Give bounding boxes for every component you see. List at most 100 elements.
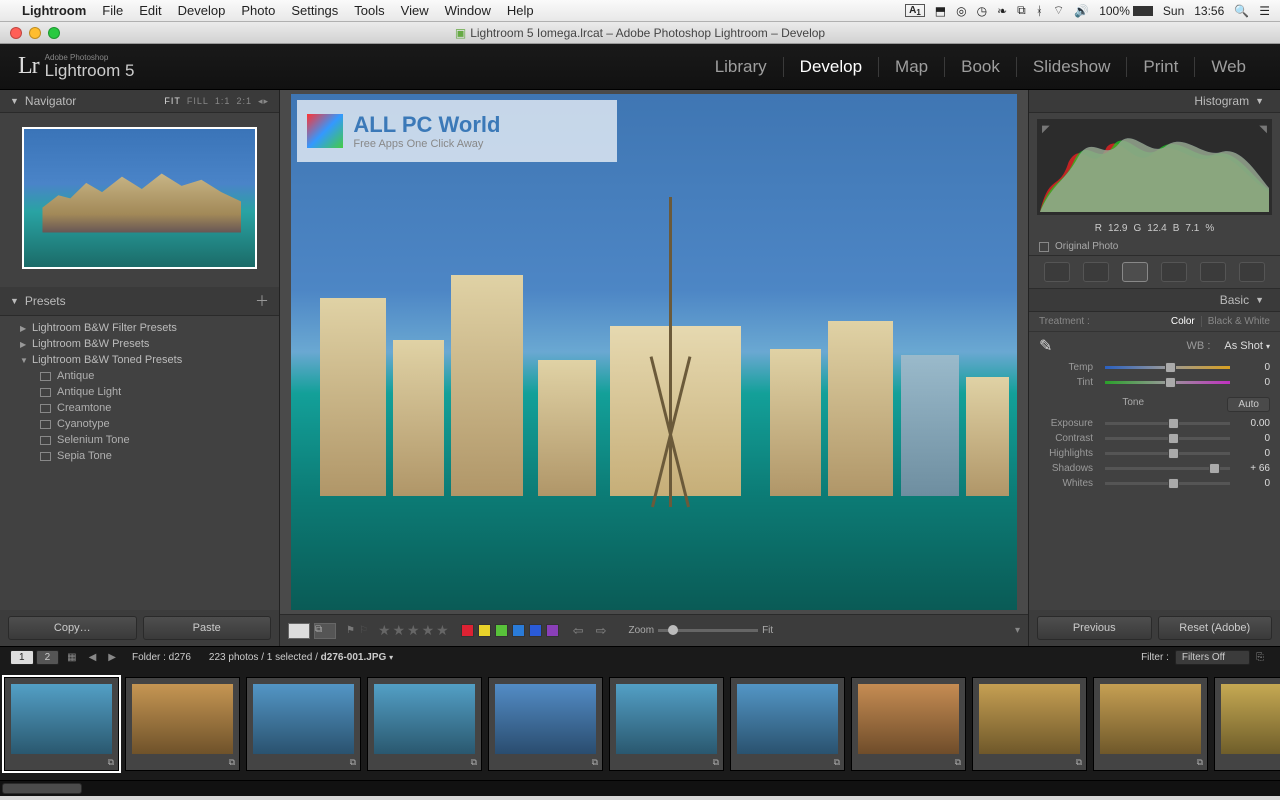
status-volume-icon[interactable]: 🔊: [1074, 4, 1089, 18]
next-photo-icon[interactable]: ⇨: [596, 623, 607, 639]
auto-tone-button[interactable]: Auto: [1227, 397, 1270, 412]
exposure-slider[interactable]: [1105, 422, 1230, 425]
preset-item[interactable]: Selenium Tone: [0, 432, 279, 448]
zoom-slider[interactable]: [658, 629, 758, 632]
clip-shadows-icon[interactable]: ◤: [1042, 124, 1050, 135]
folder-name[interactable]: d276: [169, 652, 191, 663]
filter-lock-icon[interactable]: ⎘: [1256, 652, 1264, 663]
status-adobe-icon[interactable]: A1: [905, 4, 925, 17]
module-book[interactable]: Book: [945, 57, 1017, 77]
filmstrip[interactable]: ⧉⧉⧉⧉⧉⧉⧉⧉⧉⧉⧉⧉: [0, 668, 1280, 780]
checkbox-icon[interactable]: [1039, 242, 1049, 252]
histogram-header[interactable]: Histogram ▼: [1029, 90, 1280, 113]
menubar-file[interactable]: File: [102, 3, 123, 18]
clip-highlights-icon[interactable]: ◥: [1259, 124, 1267, 135]
paste-button[interactable]: Paste: [143, 616, 272, 640]
treatment-bw[interactable]: Black & White: [1201, 316, 1270, 327]
presets-header[interactable]: ▼ Presets ＋: [0, 287, 279, 316]
nav-zoom-fill[interactable]: FILL: [187, 96, 209, 106]
toolbar-menu-icon[interactable]: ▾: [1015, 625, 1020, 636]
status-evernote-icon[interactable]: ❧: [997, 4, 1007, 18]
status-dropbox-icon[interactable]: ⧉: [1017, 3, 1026, 18]
menubar-app[interactable]: Lightroom: [22, 3, 86, 18]
preset-group[interactable]: ▶Lightroom B&W Filter Presets: [0, 320, 279, 336]
menubar-photo[interactable]: Photo: [241, 3, 275, 18]
view-loupe-button[interactable]: [288, 623, 310, 639]
menubar-window[interactable]: Window: [445, 3, 491, 18]
navigator-preview[interactable]: [22, 127, 257, 269]
highlights-slider[interactable]: [1105, 452, 1230, 455]
temp-slider[interactable]: [1105, 366, 1230, 369]
menubar-tools[interactable]: Tools: [354, 3, 384, 18]
filmstrip-thumb[interactable]: ⧉: [246, 677, 361, 771]
label-green[interactable]: [495, 624, 508, 637]
prev-photo-icon[interactable]: ⇦: [573, 623, 584, 639]
menubar-help[interactable]: Help: [507, 3, 534, 18]
module-develop[interactable]: Develop: [784, 57, 879, 77]
filmstrip-thumb[interactable]: ⧉: [1214, 677, 1280, 771]
previous-button[interactable]: Previous: [1037, 616, 1152, 640]
filmstrip-thumb[interactable]: ⧉: [730, 677, 845, 771]
status-cc-icon[interactable]: ◎: [956, 4, 966, 18]
module-print[interactable]: Print: [1127, 57, 1195, 77]
contrast-slider[interactable]: [1105, 437, 1230, 440]
preset-item[interactable]: Sepia Tone: [0, 448, 279, 464]
module-library[interactable]: Library: [699, 57, 784, 77]
filmstrip-thumb[interactable]: ⧉: [125, 677, 240, 771]
monitor-2-button[interactable]: 2: [36, 650, 60, 665]
preset-group[interactable]: ▶Lightroom B&W Presets: [0, 336, 279, 352]
redeye-tool[interactable]: [1122, 262, 1148, 282]
wb-selector[interactable]: As Shot ▾: [1224, 340, 1270, 352]
view-compare-button[interactable]: ⧉: [314, 623, 336, 639]
flag-pick-icon[interactable]: ⚑: [346, 625, 355, 636]
filmstrip-thumb[interactable]: ⧉: [488, 677, 603, 771]
copy-button[interactable]: Copy…: [8, 616, 137, 640]
module-web[interactable]: Web: [1195, 57, 1262, 77]
brush-tool[interactable]: [1239, 262, 1265, 282]
filmstrip-scrollbar[interactable]: [0, 780, 1280, 796]
filmstrip-thumb[interactable]: ⧉: [1093, 677, 1208, 771]
nav-zoom-menu-icon[interactable]: ◂▸: [258, 96, 269, 107]
status-battery[interactable]: 100%: [1099, 4, 1153, 18]
status-time[interactable]: 13:56: [1194, 4, 1224, 18]
nav-zoom-custom[interactable]: 2:1: [236, 96, 252, 106]
nav-zoom-1to1[interactable]: 1:1: [215, 96, 231, 106]
filter-select[interactable]: Filters Off: [1175, 650, 1250, 665]
nav-fwd-icon[interactable]: ▶: [108, 652, 116, 663]
preset-item[interactable]: Antique: [0, 368, 279, 384]
window-close-button[interactable]: [10, 27, 22, 39]
navigator-header[interactable]: ▼ Navigator FIT FILL 1:1 2:1 ◂▸: [0, 90, 279, 113]
current-file[interactable]: d276-001.JPG: [321, 652, 387, 663]
add-preset-icon[interactable]: ＋: [255, 291, 269, 311]
filmstrip-thumb[interactable]: ⧉: [609, 677, 724, 771]
status-day[interactable]: Sun: [1163, 4, 1184, 18]
basic-header[interactable]: Basic ▼: [1029, 289, 1280, 312]
menubar-edit[interactable]: Edit: [139, 3, 161, 18]
filmstrip-menu-icon[interactable]: ▾: [389, 653, 393, 662]
status-box-icon[interactable]: ⬒: [935, 4, 946, 18]
menubar-settings[interactable]: Settings: [291, 3, 338, 18]
label-blue2[interactable]: [529, 624, 542, 637]
original-photo-row[interactable]: Original Photo: [1029, 238, 1280, 256]
window-zoom-button[interactable]: [48, 27, 60, 39]
module-slideshow[interactable]: Slideshow: [1017, 57, 1128, 77]
histogram[interactable]: ◤ ◥: [1037, 119, 1272, 215]
grid-icon[interactable]: ▦: [67, 652, 76, 663]
reset-button[interactable]: Reset (Adobe): [1158, 616, 1273, 640]
label-purple[interactable]: [546, 624, 559, 637]
flag-reject-icon[interactable]: ⚐: [359, 625, 368, 636]
shadows-slider[interactable]: [1105, 467, 1230, 470]
preset-group[interactable]: ▼Lightroom B&W Toned Presets: [0, 352, 279, 368]
label-blue[interactable]: [512, 624, 525, 637]
menubar-view[interactable]: View: [401, 3, 429, 18]
main-photo[interactable]: ALL PC WorldFree Apps One Click Away: [291, 94, 1016, 610]
module-map[interactable]: Map: [879, 57, 945, 77]
gradient-tool[interactable]: [1161, 262, 1187, 282]
preset-item[interactable]: Creamtone: [0, 400, 279, 416]
preset-item[interactable]: Antique Light: [0, 384, 279, 400]
status-wifi-icon[interactable]: ⌔: [1053, 3, 1064, 18]
status-clock-icon[interactable]: ◷: [977, 4, 987, 18]
filmstrip-thumb[interactable]: ⧉: [972, 677, 1087, 771]
label-red[interactable]: [461, 624, 474, 637]
menubar-develop[interactable]: Develop: [178, 3, 226, 18]
